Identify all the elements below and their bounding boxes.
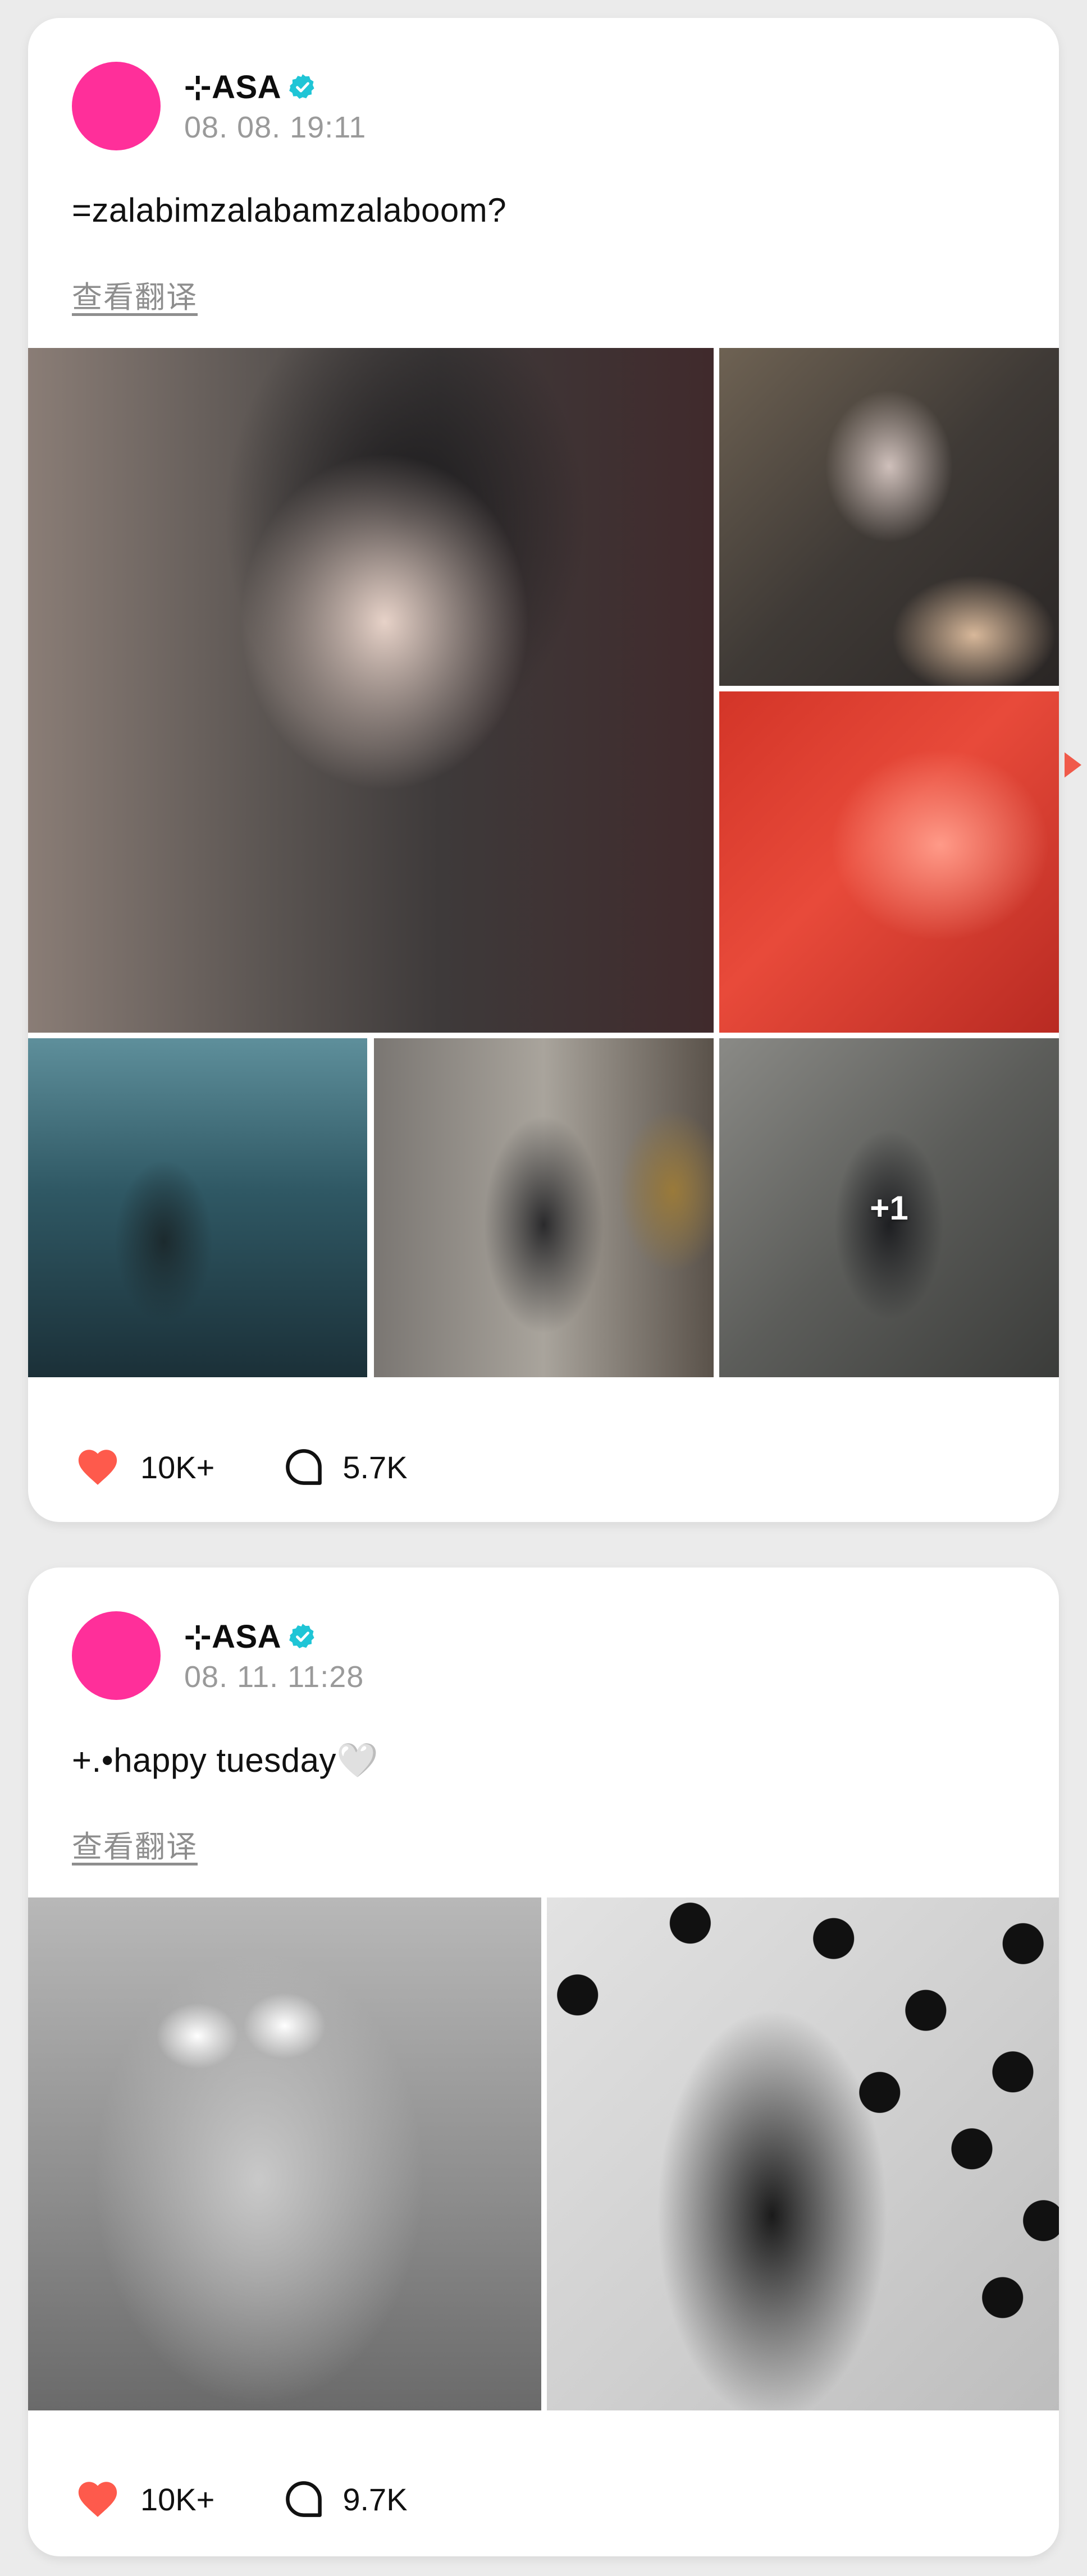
post-card[interactable]: ⊹ASA 08. 08. 19:11 =zalabimzalabamzalabo… xyxy=(28,18,1059,1522)
like-count: 10K+ xyxy=(140,1449,215,1485)
photo-1[interactable] xyxy=(28,348,714,1033)
comment-count: 9.7K xyxy=(342,2481,408,2517)
post-header: ⊹ASA 08. 08. 19:11 xyxy=(72,62,970,152)
photo-4[interactable] xyxy=(28,1038,367,1377)
photo-2[interactable] xyxy=(719,348,1059,686)
chevron-right-icon[interactable] xyxy=(1059,749,1087,781)
avatar[interactable] xyxy=(72,1611,161,1700)
photo-6[interactable]: +1 xyxy=(719,1038,1059,1377)
like-count: 10K+ xyxy=(140,2481,215,2517)
avatar[interactable] xyxy=(72,62,161,150)
like-stat[interactable]: 10K+ xyxy=(72,2476,214,2522)
photo-2[interactable] xyxy=(547,1897,1059,2410)
photo-3[interactable] xyxy=(719,691,1059,1033)
post-timestamp: 08. 11. 11:28 xyxy=(184,1660,364,1694)
comment-stat[interactable]: 5.7K xyxy=(282,1445,408,1489)
more-photos-count: +1 xyxy=(870,1189,908,1227)
user-line: ⊹ASA xyxy=(184,67,317,107)
verified-badge-icon xyxy=(288,1622,317,1651)
comment-stat[interactable]: 9.7K xyxy=(282,2477,408,2521)
post-stats: 10K+ 5.7K xyxy=(72,1433,475,1501)
comment-bubble-icon[interactable] xyxy=(282,1445,326,1489)
post-header: ⊹ASA 08. 11. 11:28 xyxy=(72,1611,970,1701)
photo-1[interactable] xyxy=(28,1897,541,2410)
username[interactable]: ⊹ASA xyxy=(184,68,281,106)
post-text: +.•happy tuesday🤍 xyxy=(72,1741,379,1779)
comment-count: 5.7K xyxy=(342,1449,408,1485)
translate-link[interactable]: 查看翻译 xyxy=(72,272,198,317)
heart-icon[interactable] xyxy=(72,2476,124,2522)
like-stat[interactable]: 10K+ xyxy=(72,1444,214,1490)
post-card[interactable]: ⊹ASA 08. 11. 11:28 +.•happy tuesday🤍 查看翻… xyxy=(28,1567,1059,2556)
post-stats: 10K+ 9.7K xyxy=(72,2465,475,2533)
photo-5[interactable] xyxy=(374,1038,714,1377)
verified-badge-icon xyxy=(288,72,317,102)
post-timestamp: 08. 08. 19:11 xyxy=(184,111,367,144)
user-line: ⊹ASA xyxy=(184,1617,317,1656)
username[interactable]: ⊹ASA xyxy=(184,1617,281,1656)
post-text: =zalabimzalabamzalaboom? xyxy=(72,191,507,229)
translate-link[interactable]: 查看翻译 xyxy=(72,1822,198,1866)
comment-bubble-icon[interactable] xyxy=(282,2477,326,2521)
heart-icon[interactable] xyxy=(72,1444,124,1490)
